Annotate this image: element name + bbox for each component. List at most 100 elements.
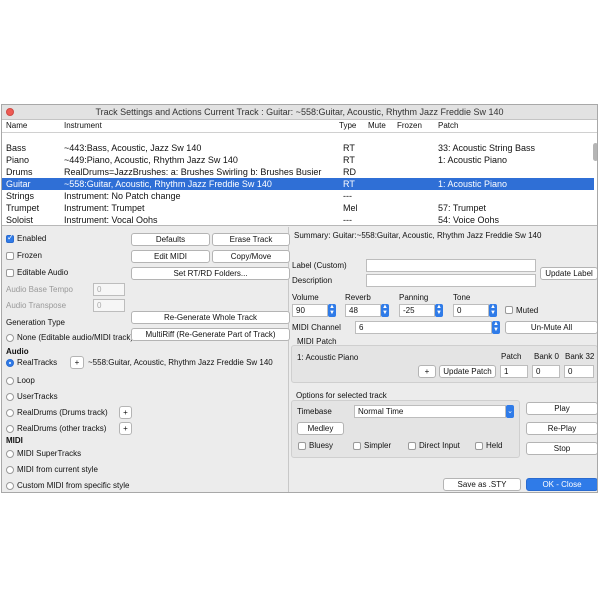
bluesy-label: Bluesy <box>309 441 334 450</box>
custom-midi-radio[interactable] <box>6 482 14 490</box>
held-checkbox[interactable] <box>475 442 483 450</box>
row-instrument: Instrument: No Patch change <box>64 191 181 201</box>
set-rt-rd-folders-button[interactable]: Set RT/RD Folders... <box>131 267 290 280</box>
row-instrument: ~443:Bass, Acoustic, Jazz Sw 140 <box>64 143 202 153</box>
row-patch: 1: Acoustic Piano <box>438 155 508 165</box>
row-type: --- <box>343 191 352 201</box>
label-custom-field[interactable] <box>366 259 536 272</box>
audio-base-tempo-field[interactable]: 0 <box>93 283 125 296</box>
unmute-all-button[interactable]: Un-Mute All <box>505 321 597 334</box>
row-patch: 57: Trumpet <box>438 203 487 213</box>
description-field[interactable] <box>366 274 536 287</box>
midi-current-style-radio[interactable] <box>6 466 14 474</box>
midi-channel-select[interactable]: 6 <box>355 321 492 334</box>
audio-transpose-field[interactable]: 0 <box>93 299 125 312</box>
options-label: Options for selected track <box>296 391 387 400</box>
save-as-sty-button[interactable]: Save as .STY <box>443 478 521 491</box>
midi-channel-stepper[interactable]: ▲ ▼ <box>492 321 500 334</box>
loop-radio[interactable] <box>6 377 14 385</box>
usertracks-radio[interactable] <box>6 393 14 401</box>
enabled-checkbox[interactable] <box>6 233 14 243</box>
defaults-button[interactable]: Defaults <box>131 233 210 246</box>
label-custom-label: Label (Custom) <box>292 261 347 270</box>
scrollbar-thumb[interactable] <box>593 143 597 161</box>
col-patch[interactable]: Patch <box>438 120 458 132</box>
options-group: Timebase Normal Time ⌄ Medley Bluesy Sim… <box>291 400 520 458</box>
realdrums-other-label: RealDrums (other tracks) <box>17 424 107 433</box>
audio-base-tempo-label: Audio Base Tempo <box>6 285 74 294</box>
bank0-column-label: Bank 0 <box>534 352 559 361</box>
row-instrument: ~449:Piano, Acoustic, Rhythm Jazz Sw 140 <box>64 155 238 165</box>
row-patch: 1: Acoustic Piano <box>438 179 508 189</box>
row-patch: 54: Voice Oohs <box>438 215 500 225</box>
custom-midi-label: Custom MIDI from specific style <box>17 481 130 490</box>
patch-field[interactable]: 1 <box>500 365 528 378</box>
realdrums-drums-label: RealDrums (Drums track) <box>17 408 108 417</box>
table-row[interactable]: Piano ~449:Piano, Acoustic, Rhythm Jazz … <box>2 154 594 166</box>
row-name: Drums <box>6 167 33 177</box>
table-row[interactable]: Trumpet Instrument: Trumpet Mel 57: Trum… <box>2 202 594 214</box>
direct-input-checkbox[interactable] <box>408 442 416 450</box>
multiriff-button[interactable]: MultiRiff (Re-Generate Part of Track) <box>131 328 290 341</box>
add-patch-button[interactable]: + <box>418 365 436 378</box>
reverb-field[interactable]: 48 <box>345 304 381 317</box>
generation-type-label: Generation Type <box>6 318 66 327</box>
play-button[interactable]: Play <box>526 402 597 415</box>
realtracks-add-button[interactable]: + <box>70 356 84 369</box>
tone-field[interactable]: 0 <box>453 304 489 317</box>
col-name[interactable]: Name <box>6 120 27 132</box>
tone-stepper[interactable]: ▲ ▼ <box>489 304 497 317</box>
editable-audio-checkbox[interactable] <box>6 269 14 277</box>
row-type: RT <box>343 179 355 189</box>
update-label-button[interactable]: Update Label <box>540 267 597 280</box>
table-row[interactable]: Strings Instrument: No Patch change --- <box>2 190 594 202</box>
row-name: Bass <box>6 143 27 153</box>
bank0-field[interactable]: 0 <box>532 365 560 378</box>
bank32-field[interactable]: 0 <box>564 365 594 378</box>
replay-button[interactable]: Re-Play <box>526 422 597 435</box>
col-instrument[interactable]: Instrument <box>64 120 102 132</box>
table-scrollbar[interactable] <box>593 133 597 225</box>
regenerate-whole-track-button[interactable]: Re-Generate Whole Track <box>131 311 290 324</box>
table-row[interactable]: Drums RealDrums=JazzBrushes: a: Brushes … <box>2 166 594 178</box>
none-editable-radio[interactable] <box>6 334 14 342</box>
volume-field[interactable]: 90 <box>292 304 328 317</box>
panning-stepper[interactable]: ▲ ▼ <box>435 304 443 317</box>
direct-input-label: Direct Input <box>419 441 460 450</box>
midi-supertracks-radio[interactable] <box>6 450 14 458</box>
copy-move-button[interactable]: Copy/Move <box>212 250 290 263</box>
reverb-stepper[interactable]: ▲ ▼ <box>381 304 389 317</box>
erase-track-button[interactable]: Erase Track <box>212 233 290 246</box>
col-mute[interactable]: Mute <box>368 120 386 132</box>
update-patch-button[interactable]: Update Patch <box>439 365 496 378</box>
realdrums-other-add-button[interactable]: + <box>119 422 132 435</box>
medley-button[interactable]: Medley <box>297 422 344 435</box>
realdrums-drums-add-button[interactable]: + <box>119 406 132 419</box>
col-frozen[interactable]: Frozen <box>397 120 422 132</box>
stop-button[interactable]: Stop <box>526 442 597 455</box>
audio-header: Audio <box>6 347 29 356</box>
col-type[interactable]: Type <box>339 120 356 132</box>
timebase-select[interactable]: Normal Time <box>354 405 506 418</box>
panning-field[interactable]: -25 <box>399 304 435 317</box>
enabled-label: Enabled <box>17 234 47 243</box>
realtracks-radio[interactable] <box>6 359 14 367</box>
realdrums-drums-radio[interactable] <box>6 409 14 417</box>
row-type: Mel <box>343 203 358 213</box>
edit-midi-button[interactable]: Edit MIDI <box>131 250 210 263</box>
bluesy-checkbox[interactable] <box>298 442 306 450</box>
simpler-checkbox[interactable] <box>353 442 361 450</box>
muted-checkbox[interactable] <box>505 306 513 314</box>
table-row[interactable]: Soloist Instrument: Vocal Oohs --- 54: V… <box>2 214 594 225</box>
realdrums-other-radio[interactable] <box>6 425 14 433</box>
table-row[interactable]: Bass ~443:Bass, Acoustic, Jazz Sw 140 RT… <box>2 142 594 154</box>
loop-label: Loop <box>17 376 35 385</box>
track-settings-dialog: Track Settings and Actions Current Track… <box>1 104 598 493</box>
ok-close-button[interactable]: OK - Close <box>526 478 597 491</box>
row-name: Guitar <box>6 179 31 189</box>
chevron-down-icon[interactable]: ⌄ <box>506 405 514 418</box>
table-row-selected[interactable]: Guitar ~558:Guitar, Acoustic, Rhythm Jaz… <box>2 178 594 190</box>
volume-stepper[interactable]: ▲ ▼ <box>328 304 336 317</box>
frozen-checkbox[interactable] <box>6 252 14 260</box>
track-table: Name Instrument Type Mute Frozen Patch B… <box>2 120 597 226</box>
